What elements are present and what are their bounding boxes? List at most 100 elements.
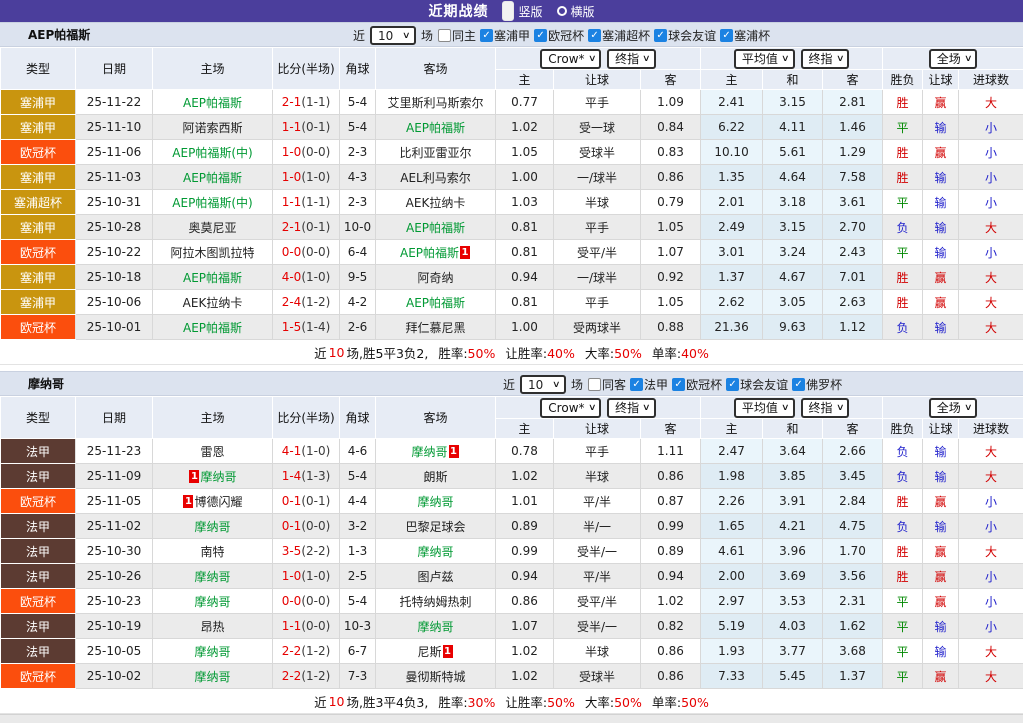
layout-option-horizontal[interactable]: 横版	[557, 3, 595, 20]
avg-draw-odds: 4.64	[763, 165, 823, 190]
handicap-away-odds: 0.83	[641, 140, 701, 165]
layout-option-vertical[interactable]: 竖版	[502, 1, 542, 21]
result-wdl: 胜	[883, 90, 923, 115]
avg-home-odds: 5.19	[701, 614, 763, 639]
away-team-name: 拜仁慕尼黑	[405, 321, 465, 335]
scope-select[interactable]: 全场∨	[929, 49, 978, 69]
average-time-select[interactable]: 终指∨	[801, 398, 850, 418]
handicap-line: 受一球	[554, 115, 641, 140]
league-checkbox[interactable]: ✓	[672, 378, 685, 391]
league-filter-3[interactable]: ✓佛罗杯	[792, 376, 842, 393]
same-venue-checkbox[interactable]	[588, 378, 601, 391]
full-score: 0-0	[282, 245, 302, 259]
same-venue-checkbox[interactable]	[438, 29, 451, 42]
scope-select[interactable]: 全场∨	[929, 398, 978, 418]
handicap-home-odds: 0.81	[496, 290, 554, 315]
same-venue-filter[interactable]: 同主	[438, 27, 476, 44]
home-team-cell: 南特	[153, 539, 273, 564]
match-row: 塞浦甲25-11-22AEP帕福斯2-1(1-1)5-4艾里斯利马斯索尔0.77…	[1, 90, 1023, 115]
away-team-name: 图卢兹	[417, 570, 453, 584]
odds-company-select[interactable]: Crow*∨	[540, 49, 601, 69]
near-label: 近	[503, 376, 515, 393]
full-score: 0-1	[282, 494, 302, 508]
league-filter-2[interactable]: ✓塞浦超杯	[588, 27, 650, 44]
league-label: 佛罗杯	[806, 376, 842, 393]
odds-time-select[interactable]: 终指∨	[607, 398, 656, 418]
avg-home-odds: 4.61	[701, 539, 763, 564]
average-time-select[interactable]: 终指∨	[801, 49, 850, 69]
corner-score: 4-2	[340, 290, 376, 315]
summary-stat-0: 胜率:30%	[438, 692, 495, 711]
same-venue-filter[interactable]: 同客	[588, 376, 626, 393]
match-date: 25-10-18	[76, 265, 153, 290]
league-filter-3[interactable]: ✓球会友谊	[654, 27, 716, 44]
full-score: 1-1	[282, 120, 302, 134]
results-table: 类型日期主场比分(半场)角球客场Crow*∨终指∨平均值∨终指∨全场∨主让球客主…	[0, 396, 1023, 689]
red-card-badge: 1	[460, 246, 470, 259]
away-team-cell: 拜仁慕尼黑	[376, 315, 496, 340]
league-filter-2[interactable]: ✓球会友谊	[726, 376, 788, 393]
col-home: 主场	[153, 48, 273, 90]
handicap-home-odds: 0.81	[496, 240, 554, 265]
league-filter-1[interactable]: ✓欧冠杯	[534, 27, 584, 44]
corner-score: 6-4	[340, 240, 376, 265]
avg-away-odds: 2.81	[823, 90, 883, 115]
home-team-name: 阿拉木图凯拉特	[170, 246, 254, 260]
average-select[interactable]: 平均值∨	[734, 49, 795, 69]
league-checkbox[interactable]: ✓	[588, 29, 601, 42]
home-team-name: 摩纳哥	[194, 570, 230, 584]
league-checkbox[interactable]: ✓	[630, 378, 643, 391]
avg-away-odds: 2.70	[823, 215, 883, 240]
odds-company-select[interactable]: Crow*∨	[540, 398, 601, 418]
half-score: (0-0)	[301, 245, 330, 259]
handicap-home-odds: 0.81	[496, 215, 554, 240]
handicap-away-odds: 1.11	[641, 439, 701, 464]
league-checkbox[interactable]: ✓	[720, 29, 733, 42]
avg-home-odds: 7.33	[701, 664, 763, 689]
handicap-away-odds: 1.05	[641, 290, 701, 315]
corner-score: 5-4	[340, 464, 376, 489]
corner-score: 2-3	[340, 140, 376, 165]
match-date: 25-11-22	[76, 90, 153, 115]
league-filter-0[interactable]: ✓塞浦甲	[480, 27, 530, 44]
horizontal-radio-icon[interactable]	[557, 6, 567, 16]
league-checkbox[interactable]: ✓	[792, 378, 805, 391]
filter-bar: 近10∨场同客✓法甲✓欧冠杯✓球会友谊✓佛罗杯	[502, 372, 842, 397]
games-count-select[interactable]: 10∨	[370, 26, 416, 45]
league-filter-1[interactable]: ✓欧冠杯	[672, 376, 722, 393]
full-score: 2-1	[282, 95, 302, 109]
result-goals: 大	[959, 539, 1023, 564]
half-score: (0-1)	[301, 494, 330, 508]
games-count-select[interactable]: 10∨	[520, 375, 566, 394]
stat-value: 50%	[681, 695, 709, 710]
away-team-cell: 图卢兹	[376, 564, 496, 589]
result-handicap: 输	[923, 240, 959, 265]
away-team-cell: 尼斯1	[376, 639, 496, 664]
recent-results-page: 近期战绩 竖版 横版 AEP帕福斯近10∨场同主✓塞浦甲✓欧冠杯✓塞浦超杯✓球会…	[0, 0, 1023, 723]
handicap-home-odds: 1.00	[496, 165, 554, 190]
league-checkbox[interactable]: ✓	[480, 29, 493, 42]
score-cell: 0-1(0-1)	[273, 489, 340, 514]
league-filter-4[interactable]: ✓塞浦杯	[720, 27, 770, 44]
avg-away-odds: 2.43	[823, 240, 883, 265]
half-score: (1-2)	[301, 644, 330, 658]
league-checkbox[interactable]: ✓	[726, 378, 739, 391]
league-filter-0[interactable]: ✓法甲	[630, 376, 668, 393]
average-select[interactable]: 平均值∨	[734, 398, 795, 418]
league-checkbox[interactable]: ✓	[654, 29, 667, 42]
full-score: 2-2	[282, 644, 302, 658]
average-selects: 平均值∨ 终指∨	[701, 398, 882, 418]
subcol-7: 让球	[923, 419, 959, 439]
away-team-name: AEK拉纳卡	[406, 196, 466, 210]
half-score: (0-0)	[301, 619, 330, 633]
match-row: 欧冠杯25-11-051博德闪耀0-1(0-1)4-4摩纳哥1.01平/半0.8…	[1, 489, 1023, 514]
vertical-radio-icon[interactable]	[502, 1, 514, 21]
avg-draw-odds: 5.61	[763, 140, 823, 165]
avg-home-odds: 2.97	[701, 589, 763, 614]
handicap-line: 半球	[554, 464, 641, 489]
league-checkbox[interactable]: ✓	[534, 29, 547, 42]
home-team-cell: 阿诺索西斯	[153, 115, 273, 140]
odds-time-select[interactable]: 终指∨	[607, 49, 656, 69]
odds-company-group: Crow*∨ 终指∨	[496, 48, 701, 70]
avg-home-odds: 2.49	[701, 215, 763, 240]
